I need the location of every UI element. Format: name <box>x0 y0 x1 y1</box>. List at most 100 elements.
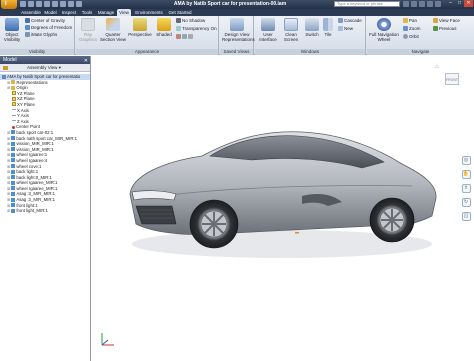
orbit-button[interactable]: Orbit <box>403 34 419 39</box>
undo-icon[interactable] <box>44 1 50 7</box>
browser-header: Model ✕ <box>0 56 90 64</box>
application-menu-button[interactable]: I <box>1 0 17 9</box>
quarter-section-view-button[interactable]: Quarter Section View <box>100 18 126 42</box>
perspective-button[interactable]: Perspective <box>128 18 152 37</box>
expand-icon[interactable]: ⊞ <box>7 186 10 191</box>
transparency-button[interactable]: Transparency On <box>176 26 217 31</box>
object-visibility-button[interactable]: Object Visibility <box>1 18 23 42</box>
new-window-icon <box>338 26 343 31</box>
coordinate-triad <box>101 333 114 346</box>
return-icon[interactable] <box>60 1 66 7</box>
texture-icon[interactable] <box>176 34 181 39</box>
user-interface-button[interactable]: User Interface <box>257 18 279 42</box>
search-icon[interactable] <box>403 1 409 7</box>
ground-plane-icon[interactable] <box>182 34 187 39</box>
expand-icon[interactable]: ⊞ <box>7 147 10 152</box>
tree-node-label: Asag :3_MIR_MIR:1 <box>16 191 56 197</box>
switch-icon <box>305 18 319 31</box>
expand-icon[interactable]: ⊞ <box>7 85 10 90</box>
filter-icon[interactable] <box>3 66 8 70</box>
imate-glyphs-icon <box>25 32 30 37</box>
expand-icon[interactable]: ⊞ <box>7 130 10 135</box>
material-icon[interactable] <box>76 1 82 7</box>
expand-icon[interactable]: ⊞ <box>7 175 10 180</box>
expand-icon[interactable]: ⊞ <box>7 197 10 202</box>
graphics-window[interactable]: ⌂ FRONT ◎ ✋ ± ↻ ◫ <box>92 56 474 361</box>
center-of-gravity-icon <box>25 18 30 23</box>
zoom-nav-icon[interactable]: ± <box>461 184 471 193</box>
zoom-button[interactable]: Zoom <box>403 26 421 31</box>
expand-icon[interactable]: ⊞ <box>7 141 10 146</box>
axis-icon <box>12 109 16 111</box>
imate-glyphs-button[interactable]: iMate Glyphs <box>25 32 57 37</box>
expand-icon[interactable]: ⊞ <box>7 136 10 141</box>
part-icon <box>11 191 16 196</box>
pan-nav-icon[interactable]: ✋ <box>461 170 471 179</box>
home-icon[interactable]: ⌂ <box>435 64 439 70</box>
shadow-dropdown[interactable]: No Shadow <box>176 18 205 23</box>
ray-graphics-button[interactable]: Ray Graphics <box>78 18 98 42</box>
new-window-button[interactable]: New <box>338 26 353 31</box>
help-icon[interactable] <box>435 1 441 7</box>
expand-icon[interactable]: ⊞ <box>7 203 10 208</box>
axis-icon <box>12 114 16 116</box>
search-input[interactable]: Type a keyword or phrase <box>334 1 400 7</box>
select-icon[interactable] <box>68 1 74 7</box>
look-at-icon[interactable]: ◫ <box>461 212 471 221</box>
tab-assemble[interactable]: Assemble <box>20 9 42 16</box>
previous-view-button[interactable]: Previous <box>433 26 457 31</box>
cascade-button[interactable]: Cascade <box>338 18 362 23</box>
tab-inspect[interactable]: Inspect <box>60 9 78 16</box>
shaded-button[interactable]: Shaded <box>154 18 174 37</box>
group-label-navigate: Navigate <box>367 49 474 55</box>
subscription-icon[interactable] <box>411 1 417 7</box>
tree-node-label: front light_MIR:1 <box>16 208 48 214</box>
expand-icon[interactable]: ⊞ <box>7 158 10 163</box>
save-icon[interactable] <box>36 1 42 7</box>
steering-wheel-icon[interactable]: ◎ <box>461 156 471 165</box>
tile-button[interactable]: Tile <box>321 18 335 37</box>
tab-model[interactable]: Model <box>43 9 58 16</box>
clean-screen-button[interactable]: Clean Screen <box>281 18 301 42</box>
redo-icon[interactable] <box>52 1 58 7</box>
favorites-icon[interactable] <box>427 1 433 7</box>
assembly-view-dropdown[interactable]: Assembly View ▾ <box>27 65 61 71</box>
tab-environments[interactable]: Environments <box>133 9 165 16</box>
minimize-icon[interactable]: – <box>446 0 455 7</box>
expand-icon[interactable]: ⊞ <box>7 152 10 157</box>
tab-view[interactable]: View <box>117 9 131 16</box>
expand-icon[interactable]: ⊞ <box>7 180 10 185</box>
open-icon[interactable] <box>28 1 34 7</box>
cascade-icon <box>338 18 343 23</box>
degrees-of-freedom-button[interactable]: Degrees of Freedom <box>25 25 72 30</box>
center-of-gravity-button[interactable]: Center of Gravity <box>25 18 65 23</box>
expand-icon[interactable]: ⊞ <box>7 164 10 169</box>
full-navigation-wheel-button[interactable]: Full Navigation Wheel <box>369 18 399 42</box>
orbit-label: Orbit <box>409 34 419 39</box>
rear-rim-spokes <box>381 209 403 231</box>
close-icon[interactable]: ✕ <box>464 0 473 7</box>
tile-label: Tile <box>324 32 332 37</box>
view-face-button[interactable]: View Face <box>433 18 460 23</box>
pan-button[interactable]: Pan <box>403 18 417 23</box>
orbit-nav-icon[interactable]: ↻ <box>461 198 471 207</box>
maximize-icon[interactable]: □ <box>455 0 464 7</box>
new-icon[interactable] <box>20 1 26 7</box>
tab-tools[interactable]: Tools <box>80 9 94 16</box>
navigation-bar: ◎ ✋ ± ↻ ◫ <box>460 156 472 221</box>
tree-node[interactable]: ⊞ front light_MIR:1 <box>0 208 90 214</box>
pan-label: Pan <box>409 18 418 23</box>
title-bar: I AMA by Natib Sport car for presentatio… <box>0 0 474 9</box>
communication-center-icon[interactable] <box>419 1 425 7</box>
viewcube-front-face[interactable]: FRONT <box>445 73 459 85</box>
design-view-button[interactable]: Design View Representations <box>222 18 255 42</box>
tab-get-started[interactable]: Get Started <box>166 9 194 16</box>
viewcube[interactable]: ⌂ FRONT <box>435 64 464 92</box>
expand-icon[interactable]: ⊞ <box>7 169 10 174</box>
tab-manage[interactable]: Manage <box>96 9 116 16</box>
expand-icon[interactable]: ⊞ <box>7 191 10 196</box>
expand-icon[interactable]: ⊞ <box>7 208 10 213</box>
lighting-icon[interactable] <box>188 34 193 39</box>
expand-icon[interactable]: ⊞ <box>7 80 10 85</box>
switch-button[interactable]: Switch <box>303 18 321 37</box>
